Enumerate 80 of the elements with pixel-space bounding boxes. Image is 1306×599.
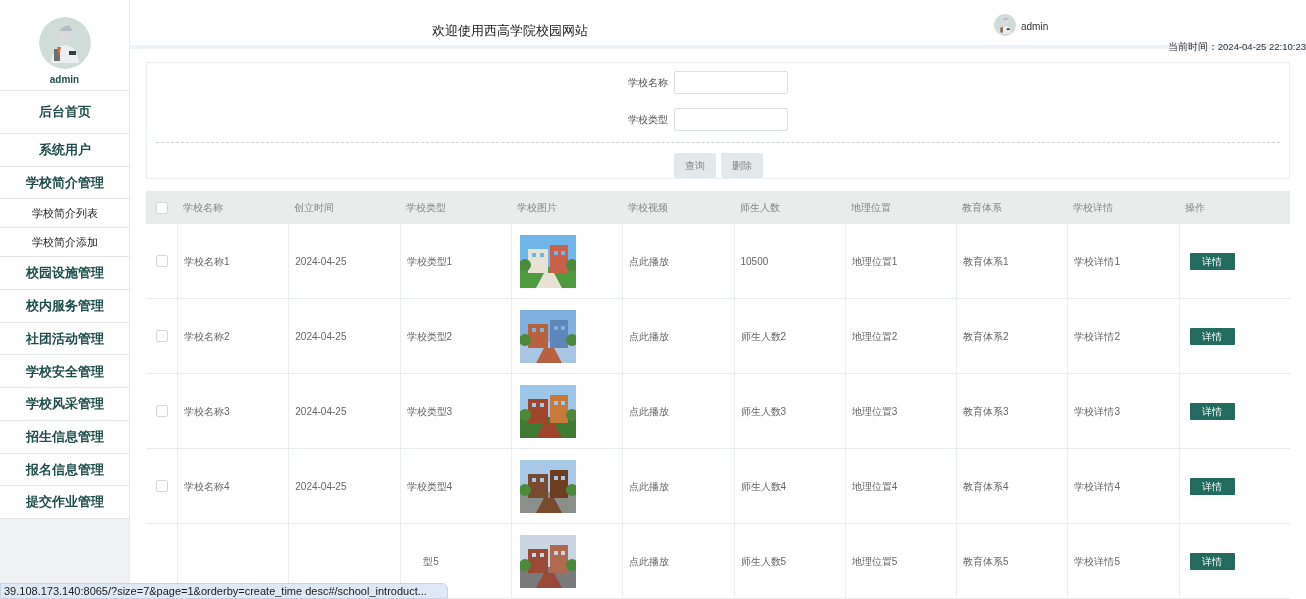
table-cell-text: 地理位置1 — [851, 254, 898, 269]
menu-item[interactable]: 招生信息管理 — [0, 420, 129, 454]
table-cell-text: 教育体系5 — [963, 554, 1009, 569]
column-header: 地理位置 — [850, 201, 891, 215]
submenu-item[interactable]: 学校简介添加 — [0, 228, 129, 258]
user-name: admin — [49, 73, 80, 87]
table-cell-text: 师生人数4 — [740, 479, 787, 494]
table-cell-text: 师生人数3 — [740, 404, 787, 419]
menu-item[interactable]: 校园设施管理 — [0, 257, 129, 291]
current-time: 当前时间：2024-04-25 22:10:23 — [1167, 40, 1306, 54]
site-title: 欢迎使用西高学院校园网站 — [432, 22, 588, 39]
column-header: 操作 — [1184, 201, 1205, 215]
table-cell-text: 教育体系2 — [963, 329, 1009, 344]
field-label: 学校类型 — [627, 113, 668, 127]
table-cell-text: 学校详情1 — [1074, 254, 1120, 269]
status-bar: 39.108.173.140:8065/?size=7&page=1&orderby=create_time desc#/school_introduct... — [0, 583, 448, 599]
column-header: 学校视频 — [628, 201, 669, 215]
table-cell-text: 学校类型4 — [406, 479, 453, 494]
checkbox[interactable] — [155, 255, 168, 267]
menu-item[interactable]: 学校风采管理 — [0, 388, 129, 421]
table-cell-text: 学校名称2 — [184, 329, 230, 344]
table-cell-text: 师生人数5 — [740, 554, 787, 569]
column-header: 学校名称 — [183, 201, 223, 215]
table-cell-text: 学校名称1 — [184, 254, 230, 269]
menu-item[interactable]: 报名信息管理 — [0, 453, 129, 487]
checkbox[interactable] — [155, 480, 168, 492]
menu-item[interactable]: 提交作业管理 — [0, 486, 129, 519]
checkbox[interactable] — [155, 405, 168, 417]
menu-item[interactable]: 学校简介管理 — [0, 166, 129, 200]
menu-item[interactable]: 系统用户 — [0, 134, 129, 167]
column-header: 创立时间 — [294, 201, 335, 215]
menu-item[interactable]: 校内服务管理 — [0, 290, 129, 323]
table-cell-text: 点此播放 — [629, 329, 670, 344]
table-cell-text: 学校详情4 — [1074, 479, 1120, 494]
table-cell-text: 学校详情3 — [1074, 404, 1120, 419]
table-cell-text: 师生人数2 — [740, 329, 787, 344]
table-cell-text: 教育体系3 — [963, 404, 1009, 419]
table-cell-text: 型5 — [423, 554, 439, 569]
table-cell-text: 2024-04-25 — [295, 479, 347, 494]
table-cell-text: 学校详情2 — [1074, 329, 1120, 344]
table-cell-text: 地理位置4 — [851, 479, 898, 494]
table-cell-text: 学校类型1 — [406, 254, 453, 269]
table-cell-text: 教育体系4 — [963, 479, 1009, 494]
checkbox[interactable] — [155, 201, 168, 214]
detail-button[interactable]: 详情 — [1189, 552, 1235, 570]
table-cell-text: 2024-04-25 — [295, 329, 347, 344]
detail-button[interactable]: 详情 — [1189, 477, 1235, 495]
table-cell-text: 学校类型3 — [406, 404, 453, 419]
input-field[interactable] — [673, 71, 788, 94]
user-name: admin — [1021, 20, 1049, 34]
table-cell-text: 学校详情5 — [1074, 554, 1120, 569]
column-header: 学校图片 — [516, 201, 557, 215]
input-field[interactable] — [673, 108, 788, 131]
menu-item[interactable]: 社团活动管理 — [0, 322, 129, 356]
table-cell-text: 2024-04-25 — [295, 254, 347, 269]
table-cell-text: 点此播放 — [629, 254, 670, 269]
table-cell-text: 点此播放 — [629, 404, 670, 419]
table-cell-text: 学校名称4 — [184, 479, 230, 494]
menu-item[interactable]: 后台首页 — [0, 91, 129, 134]
detail-button[interactable]: 详情 — [1189, 327, 1235, 345]
field-label: 学校名称 — [627, 76, 668, 90]
table-cell-text: 教育体系1 — [963, 254, 1009, 269]
table-cell-text: 点此播放 — [629, 479, 670, 494]
table-cell-text: 学校名称3 — [184, 404, 230, 419]
column-header: 学校详情 — [1073, 201, 1114, 215]
detail-button[interactable]: 详情 — [1189, 402, 1235, 420]
column-header: 教育体系 — [962, 201, 1003, 215]
detail-button[interactable]: 详情 — [1189, 252, 1235, 270]
table-cell-text: 点此播放 — [629, 554, 670, 569]
table-cell-text: 10500 — [740, 254, 769, 269]
table-cell-text: 学校类型2 — [406, 329, 453, 344]
column-header: 师生人数 — [739, 201, 780, 215]
column-header: 学校类型 — [405, 201, 446, 215]
table-cell-text: 2024-04-25 — [295, 404, 347, 419]
menu-item[interactable]: 学校安全管理 — [0, 355, 129, 389]
submenu-item[interactable]: 学校简介列表 — [0, 199, 129, 229]
table-cell-text: 地理位置3 — [851, 404, 898, 419]
table-cell-text: 地理位置2 — [851, 329, 898, 344]
checkbox[interactable] — [155, 330, 168, 342]
table-cell-text: 地理位置5 — [851, 554, 898, 569]
